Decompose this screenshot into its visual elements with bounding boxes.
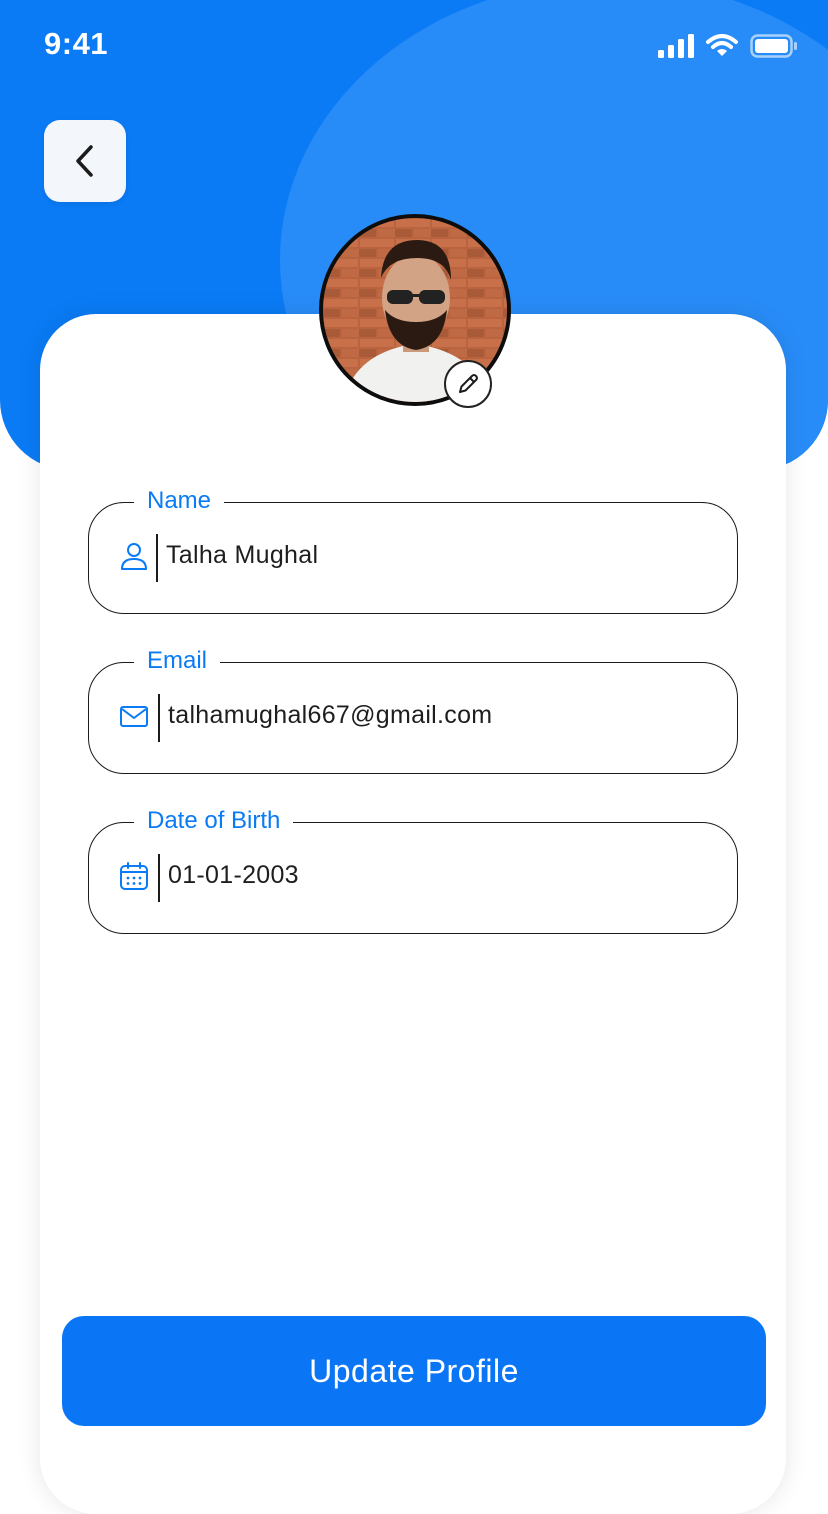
signal-icon: [658, 34, 694, 58]
edit-photo-button[interactable]: [444, 360, 492, 408]
dob-field-divider: [158, 854, 160, 902]
status-bar: 9:41: [0, 0, 828, 92]
mail-icon: [120, 706, 148, 727]
battery-icon: [750, 34, 797, 58]
user-icon: [121, 543, 147, 570]
email-label: Email: [134, 645, 221, 677]
name-label: Name: [134, 485, 225, 517]
name-field[interactable]: Name Talha Mughal: [88, 485, 738, 614]
dob-field[interactable]: Date of Birth 01-01-2003: [88, 805, 738, 934]
name-input[interactable]: Talha Mughal: [166, 538, 318, 572]
status-time: 9:41: [44, 26, 109, 61]
email-field[interactable]: Email talhamughal667@gmail.com: [88, 645, 738, 774]
email-input[interactable]: talhamughal667@gmail.com: [168, 698, 492, 732]
dob-label: Date of Birth: [134, 805, 294, 837]
dob-input[interactable]: 01-01-2003: [168, 858, 299, 892]
pencil-icon: [459, 374, 478, 393]
back-button[interactable]: [44, 120, 126, 202]
wifi-icon: [706, 34, 738, 56]
avatar-container: [319, 214, 511, 408]
update-profile-button[interactable]: Update Profile: [62, 1316, 766, 1426]
chevron-left-icon: [76, 145, 93, 177]
email-field-divider: [158, 694, 160, 742]
name-field-divider: [156, 534, 158, 582]
status-icons: [658, 34, 798, 58]
calendar-icon: [120, 862, 148, 890]
